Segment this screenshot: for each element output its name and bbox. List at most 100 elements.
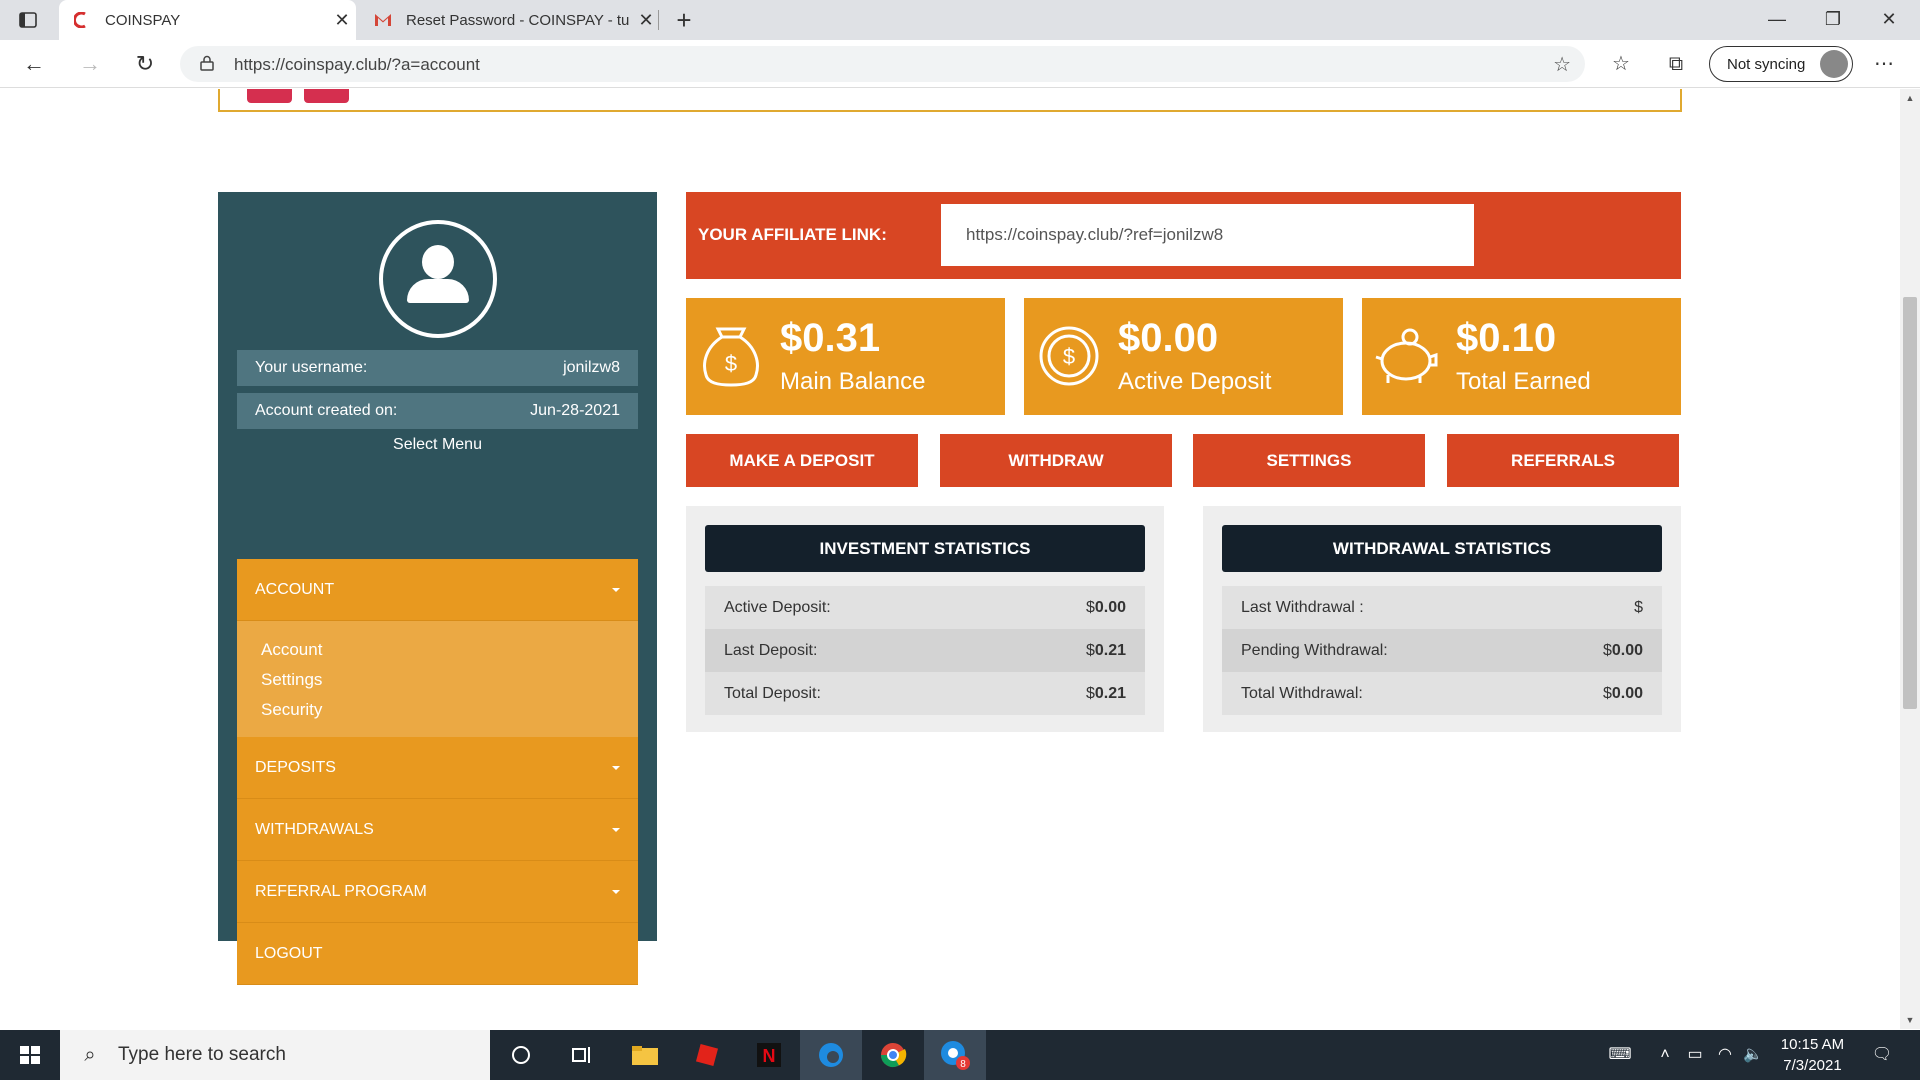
profile-sync-button[interactable]: Not syncing [1709,46,1853,82]
start-button[interactable] [0,1030,60,1080]
close-tab-icon[interactable]: ✕ [328,10,356,31]
stat-label: Pending Withdrawal: [1241,641,1388,659]
account-submenu: Account Settings Security [237,621,638,737]
sidebar-menu: ACCOUNT Account Settings Security DEPOSI… [237,559,638,985]
site-logo[interactable] [247,89,292,103]
stat-value: $0.00 [1602,641,1643,659]
refresh-button[interactable]: ↻ [129,48,161,80]
notifications-icon[interactable]: 🗨 [1862,1030,1902,1080]
new-tab-button[interactable]: + [668,4,700,36]
affiliate-label: YOUR AFFILIATE LINK: [698,225,887,244]
back-button[interactable]: ← [18,48,50,80]
tab-coinspay[interactable]: COINSPAY ✕ [59,0,356,40]
coin-icon: $ [1039,326,1099,386]
add-favorite-icon[interactable]: ☆ [1553,52,1571,77]
stat-value: $0.00 [1602,684,1643,702]
browser-tab-bar: COINSPAY ✕ Reset Password - COINSPAY - t… [0,0,1920,40]
site-header-banner [218,89,1682,112]
balance-caption: Main Balance [780,368,926,395]
piggy-bank-icon [1375,328,1438,383]
cortana-icon[interactable] [490,1030,552,1080]
menu-item-label: REFERRAL PROGRAM [255,882,427,900]
wifi-icon[interactable]: ◠ [1710,1030,1740,1080]
netflix-icon[interactable]: N [738,1030,800,1080]
settings-button[interactable]: SETTINGS [1193,434,1425,487]
active-deposit-card: $ $0.00 Active Deposit [1024,298,1343,415]
scrollbar-thumb[interactable] [1903,297,1917,709]
address-bar-row: ← → ↻ https://coinspay.club/?a=account ☆… [0,40,1920,88]
tab-title: COINSPAY [105,11,181,29]
svg-text:N: N [763,1046,776,1066]
svg-text:$: $ [725,351,737,376]
stat-value: $0.21 [1085,684,1126,702]
created-label: Account created on: [255,402,398,419]
username-row: Your username: jonilzw8 [237,350,638,386]
windows-taskbar: ⌕ Type here to search N 8 ⌨ ˄ ▭ ◠ 🔈 10:1… [0,1030,1920,1080]
keyboard-icon[interactable]: ⌨ [1600,1030,1640,1080]
battery-icon[interactable]: ▭ [1680,1030,1710,1080]
favorites-icon[interactable]: ☆ [1607,50,1635,78]
svg-text:$: $ [1063,344,1075,369]
withdrawal-statistics-title: WITHDRAWAL STATISTICS [1222,525,1662,572]
make-deposit-button[interactable]: MAKE A DEPOSIT [686,434,918,487]
collections-icon[interactable]: ⧉ [1662,50,1690,78]
stat-value: $0.21 [1085,641,1126,659]
stat-value: $0.00 [1085,598,1126,616]
submenu-item-account[interactable]: Account [261,635,614,665]
menu-item-account[interactable]: ACCOUNT [237,559,638,621]
chrome-icon[interactable] [862,1030,924,1080]
edge-browser-icon[interactable] [800,1030,862,1080]
scroll-up-icon[interactable]: ▲ [1900,93,1920,103]
menu-item-withdrawals[interactable]: WITHDRAWALS [237,799,638,861]
menu-item-label: WITHDRAWALS [255,820,374,838]
menu-item-label: LOGOUT [255,944,323,962]
page-content: Your username: jonilzw8 Account created … [0,89,1900,1029]
taskbar-search[interactable]: ⌕ Type here to search [60,1030,490,1080]
user-avatar-icon [379,220,497,338]
windows-logo-icon [20,1046,40,1064]
tab-actions-icon[interactable] [18,10,38,30]
close-tab-icon[interactable]: ✕ [632,10,660,31]
username-value: jonilzw8 [563,359,620,376]
investment-statistics-title: INVESTMENT STATISTICS [705,525,1145,572]
affiliate-link-panel: YOUR AFFILIATE LINK: [686,192,1681,279]
site-logo-part [304,89,349,103]
stat-row: Last Withdrawal : $ [1222,586,1662,629]
task-view-icon[interactable] [552,1030,614,1080]
affiliate-link-input[interactable] [941,204,1474,266]
restore-button[interactable]: ❐ [1805,0,1861,40]
file-explorer-icon[interactable] [614,1030,676,1080]
submenu-item-settings[interactable]: Settings [261,665,614,695]
money-bag-icon: $ [703,327,759,387]
more-options-icon[interactable]: ⋯ [1870,50,1898,78]
total-earned-card: $0.10 Total Earned [1362,298,1681,415]
caret-down-icon [612,827,620,832]
menu-item-referral-program[interactable]: REFERRAL PROGRAM [237,861,638,923]
withdraw-button[interactable]: WITHDRAW [940,434,1172,487]
caret-down-icon [612,765,620,770]
tab-reset-password[interactable]: Reset Password - COINSPAY - tu ✕ [360,0,660,40]
roblox-icon[interactable] [676,1030,738,1080]
menu-item-logout[interactable]: LOGOUT [237,923,638,985]
minimize-button[interactable]: — [1749,0,1805,40]
chrome-badge-count: 8 [960,1059,966,1070]
forward-button[interactable]: → [74,48,106,80]
lock-icon [200,55,214,71]
close-window-button[interactable]: ✕ [1861,0,1917,40]
tab-title: Reset Password - COINSPAY - tu [406,11,630,29]
referrals-button[interactable]: REFERRALS [1447,434,1679,487]
caret-down-icon [612,587,620,592]
submenu-item-security[interactable]: Security [261,695,614,725]
menu-item-label: DEPOSITS [255,758,336,776]
scroll-down-icon[interactable]: ▼ [1900,1015,1920,1025]
system-clock[interactable]: 10:15 AM 7/3/2021 [1760,1034,1865,1076]
balance-amount: $0.31 [780,316,881,360]
stat-label: Last Deposit: [724,641,818,659]
menu-item-deposits[interactable]: DEPOSITS [237,737,638,799]
chrome-profile-icon[interactable]: 8 [924,1030,986,1080]
menu-item-label: ACCOUNT [255,580,335,598]
page-scrollbar[interactable]: ▲ ▼ [1900,89,1920,1029]
show-hidden-icons-icon[interactable]: ˄ [1650,1030,1680,1080]
url-field[interactable]: https://coinspay.club/?a=account ☆ [180,46,1585,82]
stat-label: Total Withdrawal: [1241,684,1363,702]
